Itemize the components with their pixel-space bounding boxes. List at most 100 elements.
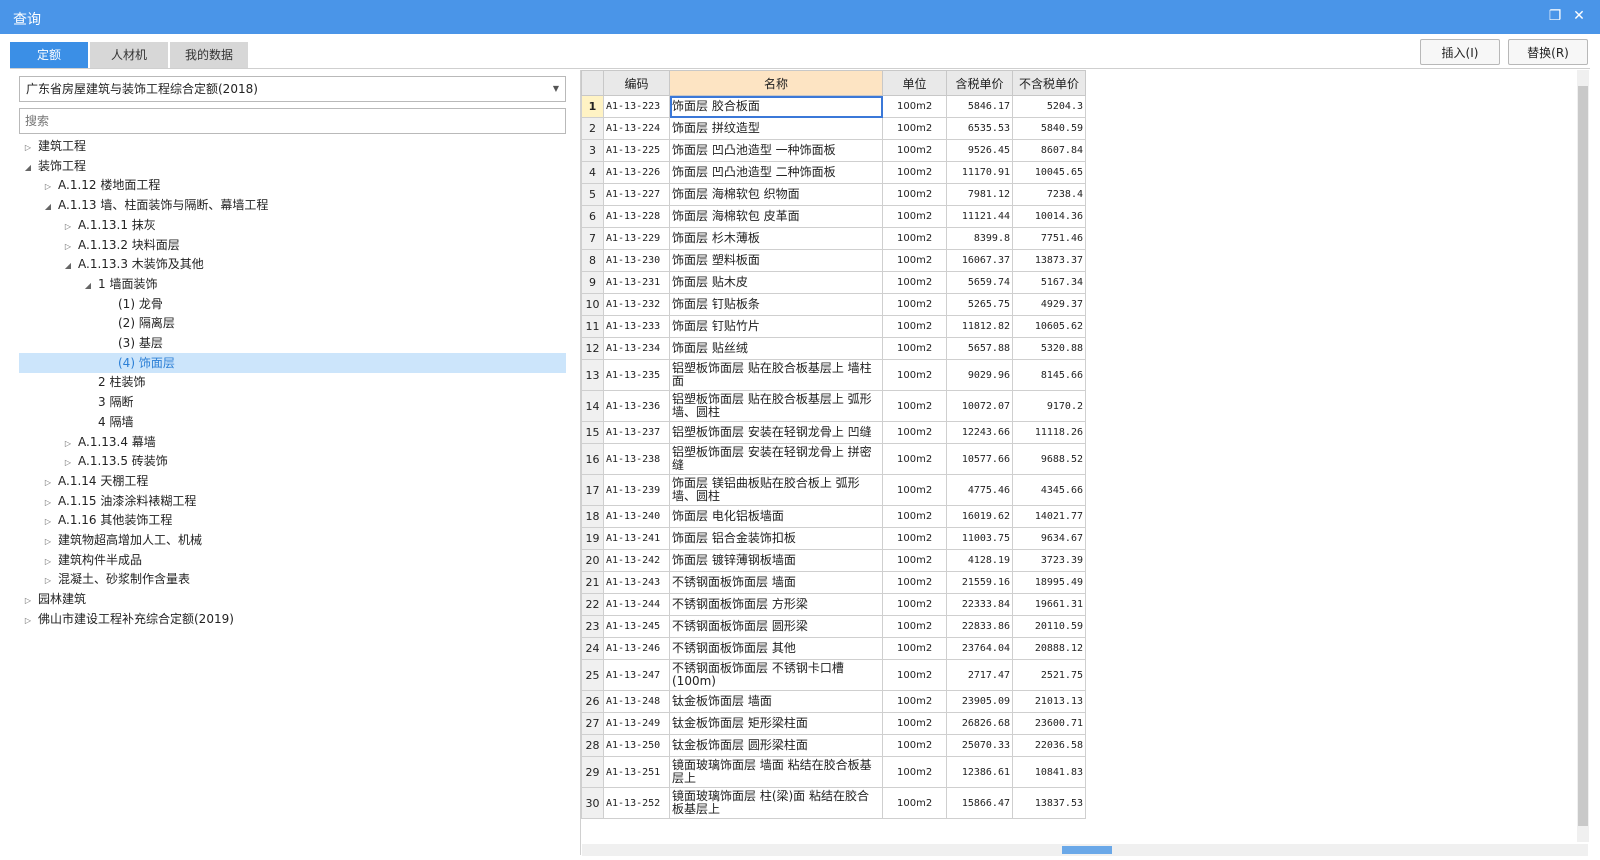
cell-price-with-tax[interactable]: 4775.46 bbox=[946, 474, 1013, 506]
collapse-arrow-icon[interactable]: ◢ bbox=[82, 276, 94, 296]
collapse-arrow-icon[interactable]: ◢ bbox=[42, 197, 54, 217]
row-number[interactable]: 5 bbox=[581, 183, 604, 206]
row-number[interactable]: 11 bbox=[581, 315, 604, 338]
cell-code[interactable]: A1-13-223 bbox=[603, 95, 670, 118]
cell-unit[interactable]: 100m2 bbox=[882, 205, 947, 228]
table-row[interactable]: 3 A1-13-225 饰面层 凹凸池造型 一种饰面板 100m2 9526.45 860… bbox=[581, 139, 1086, 162]
cell-price-without-tax[interactable]: 19661.31 bbox=[1012, 593, 1086, 616]
cell-unit[interactable]: 100m2 bbox=[882, 421, 947, 444]
tree-node[interactable]: ▷ A.1.13.1 抹灰 bbox=[62, 215, 156, 235]
table-row[interactable]: 8 A1-13-230 饰面层 塑料板面 100m2 16067.37 13873.37 bbox=[581, 249, 1086, 272]
row-number[interactable]: 24 bbox=[581, 637, 604, 660]
col-header-unit[interactable]: 单位 bbox=[882, 70, 947, 96]
cell-price-without-tax[interactable]: 5320.88 bbox=[1012, 337, 1086, 360]
cell-unit[interactable]: 100m2 bbox=[882, 227, 947, 250]
cell-name[interactable]: 不锈钢面板饰面层 其他 bbox=[669, 637, 883, 660]
table-row[interactable]: 30 A1-13-252 镜面玻璃饰面层 柱(梁)面 粘结在胶合板基层上 100m2 1… bbox=[581, 787, 1086, 819]
cell-name[interactable]: 镜面玻璃饰面层 墙面 粘结在胶合板基层上 bbox=[669, 756, 883, 788]
cell-name[interactable]: 铝塑板饰面层 贴在胶合板基层上 弧形墙、圆柱 bbox=[669, 390, 883, 422]
tree-node[interactable]: ▷ A.1.15 油漆涂料裱糊工程 bbox=[42, 491, 196, 511]
row-number[interactable]: 4 bbox=[581, 161, 604, 184]
row-number[interactable]: 22 bbox=[581, 593, 604, 616]
tree-node[interactable]: ▷ 园林建筑 bbox=[22, 589, 86, 609]
cell-unit[interactable]: 100m2 bbox=[882, 359, 947, 391]
cell-price-without-tax[interactable]: 23600.71 bbox=[1012, 712, 1086, 735]
row-number[interactable]: 9 bbox=[581, 271, 604, 294]
cell-price-with-tax[interactable]: 4128.19 bbox=[946, 549, 1013, 572]
cell-code[interactable]: A1-13-234 bbox=[603, 337, 670, 360]
tree-node[interactable]: (2) 隔离层 bbox=[102, 313, 175, 333]
table-row[interactable]: 4 A1-13-226 饰面层 凹凸池造型 二种饰面板 100m2 11170.91 10… bbox=[581, 161, 1086, 184]
table-row[interactable]: 11 A1-13-233 饰面层 钉贴竹片 100m2 11812.82 10605.62 bbox=[581, 315, 1086, 338]
tree-node[interactable]: ▷ 佛山市建设工程补充综合定额(2019) bbox=[22, 609, 234, 629]
tree-node[interactable]: ▷ A.1.13.4 幕墙 bbox=[62, 432, 156, 452]
cell-code[interactable]: A1-13-252 bbox=[603, 787, 670, 819]
cell-name[interactable]: 饰面层 钉贴竹片 bbox=[669, 315, 883, 338]
tree-node[interactable]: ◢ 装饰工程 bbox=[22, 156, 86, 176]
table-row[interactable]: 21 A1-13-243 不锈钢面板饰面层 墙面 100m2 21559.16 18995… bbox=[581, 571, 1086, 594]
cell-code[interactable]: A1-13-245 bbox=[603, 615, 670, 638]
cell-unit[interactable]: 100m2 bbox=[882, 183, 947, 206]
cell-unit[interactable]: 100m2 bbox=[882, 271, 947, 294]
cell-price-with-tax[interactable]: 26826.68 bbox=[946, 712, 1013, 735]
cell-code[interactable]: A1-13-249 bbox=[603, 712, 670, 735]
cell-price-without-tax[interactable]: 22036.58 bbox=[1012, 734, 1086, 757]
cell-code[interactable]: A1-13-241 bbox=[603, 527, 670, 550]
table-row[interactable]: 24 A1-13-246 不锈钢面板饰面层 其他 100m2 23764.04 20888… bbox=[581, 637, 1086, 660]
row-number[interactable]: 29 bbox=[581, 756, 604, 788]
table-row[interactable]: 16 A1-13-238 铝塑板饰面层 安装在轻钢龙骨上 拼密缝 100m2 10577… bbox=[581, 443, 1086, 475]
table-row[interactable]: 9 A1-13-231 饰面层 贴木皮 100m2 5659.74 5167.34 bbox=[581, 271, 1086, 294]
cell-unit[interactable]: 100m2 bbox=[882, 787, 947, 819]
table-row[interactable]: 22 A1-13-244 不锈钢面板饰面层 方形梁 100m2 22333.84 1966… bbox=[581, 593, 1086, 616]
tree-node[interactable]: (1) 龙骨 bbox=[102, 294, 163, 314]
cell-price-without-tax[interactable]: 9634.67 bbox=[1012, 527, 1086, 550]
tree-node[interactable]: ▷ 混凝土、砂浆制作含量表 bbox=[42, 569, 190, 589]
row-number[interactable]: 15 bbox=[581, 421, 604, 444]
cell-price-without-tax[interactable]: 20110.59 bbox=[1012, 615, 1086, 638]
quota-library-select[interactable]: 广东省房屋建筑与装饰工程综合定额(2018) ▼ bbox=[19, 76, 566, 102]
cell-code[interactable]: A1-13-229 bbox=[603, 227, 670, 250]
tree-node[interactable]: ▷ A.1.13.5 砖装饰 bbox=[62, 451, 168, 471]
row-number[interactable]: 16 bbox=[581, 443, 604, 475]
cell-name[interactable]: 饰面层 凹凸池造型 一种饰面板 bbox=[669, 139, 883, 162]
cell-unit[interactable]: 100m2 bbox=[882, 756, 947, 788]
cell-name[interactable]: 不锈钢面板饰面层 方形梁 bbox=[669, 593, 883, 616]
cell-price-with-tax[interactable]: 16067.37 bbox=[946, 249, 1013, 272]
cell-unit[interactable]: 100m2 bbox=[882, 527, 947, 550]
cell-unit[interactable]: 100m2 bbox=[882, 139, 947, 162]
cell-name[interactable]: 饰面层 杉木薄板 bbox=[669, 227, 883, 250]
insert-button[interactable]: 插入(I) bbox=[1420, 39, 1500, 65]
cell-price-without-tax[interactable]: 4345.66 bbox=[1012, 474, 1086, 506]
cell-price-without-tax[interactable]: 18995.49 bbox=[1012, 571, 1086, 594]
cell-unit[interactable]: 100m2 bbox=[882, 474, 947, 506]
tree-node[interactable]: ◢ A.1.13 墙、柱面装饰与隔断、幕墙工程 bbox=[42, 195, 268, 215]
tree-node[interactable]: 4 隔墙 bbox=[82, 412, 133, 432]
cell-price-without-tax[interactable]: 13873.37 bbox=[1012, 249, 1086, 272]
cell-price-without-tax[interactable]: 9170.2 bbox=[1012, 390, 1086, 422]
cell-price-with-tax[interactable]: 2717.47 bbox=[946, 659, 1013, 691]
cell-price-without-tax[interactable]: 8607.84 bbox=[1012, 139, 1086, 162]
cell-code[interactable]: A1-13-239 bbox=[603, 474, 670, 506]
cell-price-with-tax[interactable]: 6535.53 bbox=[946, 117, 1013, 140]
cell-name[interactable]: 饰面层 海棉软包 皮革面 bbox=[669, 205, 883, 228]
cell-code[interactable]: A1-13-227 bbox=[603, 183, 670, 206]
cell-price-with-tax[interactable]: 5657.88 bbox=[946, 337, 1013, 360]
table-row[interactable]: 20 A1-13-242 饰面层 镀锌薄钢板墙面 100m2 4128.19 3723.3… bbox=[581, 549, 1086, 572]
collapse-arrow-icon[interactable]: ◢ bbox=[62, 256, 74, 276]
cell-code[interactable]: A1-13-244 bbox=[603, 593, 670, 616]
row-number[interactable]: 1 bbox=[581, 95, 604, 118]
cell-price-without-tax[interactable]: 8145.66 bbox=[1012, 359, 1086, 391]
table-row[interactable]: 25 A1-13-247 不锈钢面板饰面层 不锈钢卡口槽(100m) 100m2 271… bbox=[581, 659, 1086, 691]
table-row[interactable]: 29 A1-13-251 镜面玻璃饰面层 墙面 粘结在胶合板基层上 100m2 1238… bbox=[581, 756, 1086, 788]
table-row[interactable]: 1 A1-13-223 饰面层 胶合板面 100m2 5846.17 5204.3 bbox=[581, 95, 1086, 118]
vertical-scrollbar[interactable] bbox=[1577, 70, 1589, 842]
row-number[interactable]: 2 bbox=[581, 117, 604, 140]
cell-price-without-tax[interactable]: 10014.36 bbox=[1012, 205, 1086, 228]
collapse-arrow-icon[interactable]: ◢ bbox=[22, 158, 34, 178]
row-number[interactable]: 3 bbox=[581, 139, 604, 162]
horizontal-scroll-thumb[interactable] bbox=[1062, 846, 1112, 854]
cell-price-with-tax[interactable]: 15866.47 bbox=[946, 787, 1013, 819]
cell-price-without-tax[interactable]: 4929.37 bbox=[1012, 293, 1086, 316]
row-number[interactable]: 28 bbox=[581, 734, 604, 757]
cell-price-with-tax[interactable]: 22333.84 bbox=[946, 593, 1013, 616]
